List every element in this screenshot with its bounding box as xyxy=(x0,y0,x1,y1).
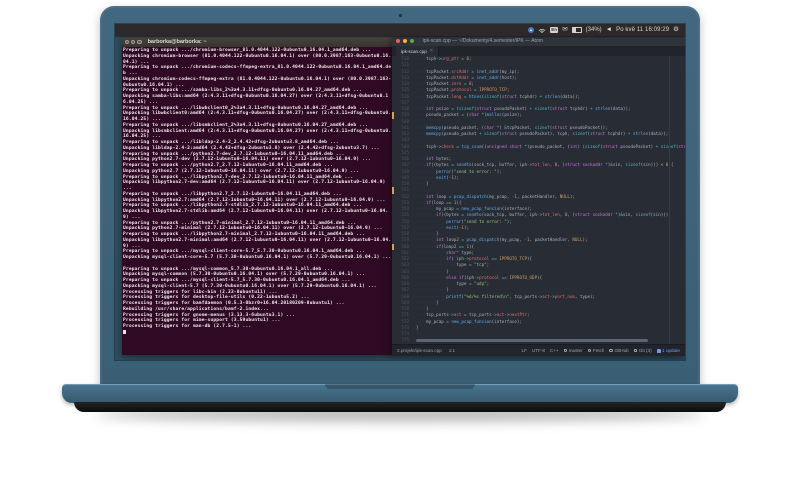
terminal-line: Unpacking mysql-client-5.7 (5.7.30-0ubun… xyxy=(123,283,377,289)
window-close-button[interactable] xyxy=(396,38,401,44)
terminal-line: Unpacking mysql-client-core-5.7 (5.7.30-… xyxy=(123,255,392,260)
code-editor[interactable]: 530 531 532 533 534 535 536 537 538 539 540 541 542 5… xyxy=(392,56,685,344)
tab-close-icon[interactable]: × xyxy=(430,48,433,54)
code-line: ····tcph->check = tcp_csum((unsigned sho… xyxy=(416,143,685,149)
status-bar: 2.projekt/ipk-scan.cpp 1:1 LF UTF-8 C++ mas… xyxy=(392,344,685,356)
github-icon xyxy=(609,348,613,353)
clock[interactable]: Po kvě 11 16:09:29 xyxy=(616,24,669,36)
terminal-line: Unpacking libpython2.7-dev:amd64 (2.7.12… xyxy=(123,180,389,191)
status-item-fetch[interactable]: Fetch xyxy=(587,348,604,353)
terminal-line: Preparing to unpack .../chromium-codecs-… xyxy=(123,65,392,76)
battery-icon[interactable] xyxy=(571,27,583,33)
window-minimize-button[interactable] xyxy=(402,38,408,44)
code-lines[interactable]: ····tcph->urg_ptr = 0; ····tcpPacket.src… xyxy=(412,56,685,344)
gutter: 530 531 532 533 534 535 536 537 538 539 540 541 542 5… xyxy=(392,56,412,344)
system-tray: ▴ En ✉ (34%) ◄ Po kvě 11 16:09:29 ⚙ xyxy=(528,24,685,36)
tab-label: ipk-scan.cpp xyxy=(401,48,427,54)
laptop-lid: ▴ En ✉ (34%) ◄ Po kvě 11 16:09:29 ⚙ barb… xyxy=(100,6,700,386)
status-item-grammar[interactable]: C++ xyxy=(550,348,559,353)
code-line: ····memcpy(pseudo_packet + sizeof(struct… xyxy=(416,131,669,136)
status-right: LF UTF-8 C++ master Fetch GitHub Git (3) 1 upda… xyxy=(522,348,680,353)
status-item-encoding[interactable]: UTF-8 xyxy=(532,348,545,353)
status-item-line-ending[interactable]: LF xyxy=(522,348,527,353)
git-icon xyxy=(633,348,638,353)
editor-tabbar: ipk-scan.cpp × xyxy=(392,46,685,56)
terminal-line: Unpacking libwbclient0:amd64 (2:4.3.11+d… xyxy=(123,111,392,122)
terminal-line: Unpacking libldap-2.4-2:amd64 (2.4.42+df… xyxy=(123,145,380,151)
branch-icon xyxy=(563,348,568,353)
status-item-github[interactable]: GitHub xyxy=(609,348,629,353)
mail-icon[interactable]: ✉ xyxy=(562,24,567,36)
line-number: 575 xyxy=(401,337,409,343)
battery-fill xyxy=(573,28,576,32)
editor-window-title: ipk-scan.cpp — ~/Dokumenty/4.semester/IP… xyxy=(422,38,543,44)
keyboard-layout-indicator[interactable]: En xyxy=(550,27,559,33)
session-gear-icon[interactable]: ⚙ xyxy=(673,24,679,36)
indicator-app-icon[interactable]: ▴ xyxy=(528,27,535,33)
desktop-screen: ▴ En ✉ (34%) ◄ Po kvě 11 16:09:29 ⚙ barb… xyxy=(115,24,685,360)
terminal-titlebar[interactable]: barborka@barborka: ~ xyxy=(122,37,394,47)
horizontal-scrollbar[interactable] xyxy=(416,339,648,342)
laptop-mockup: ▴ En ✉ (34%) ◄ Po kvě 11 16:09:29 ⚙ barb… xyxy=(0,0,800,477)
laptop-base xyxy=(62,384,738,403)
window-maximize-button[interactable] xyxy=(409,38,415,44)
status-item-git-changes[interactable]: Git (3) xyxy=(633,348,652,353)
terminal-output[interactable]: Preparing to unpack .../chromium-browser… xyxy=(122,47,394,355)
terminal-title: barborka@barborka: ~ xyxy=(147,39,207,45)
terminal-line: Unpacking chromium-browser (81.0.4044.12… xyxy=(123,53,392,65)
terminal-line: Preparing to unpack .../libsmbclient_2%3… xyxy=(123,122,368,128)
terminal-window: barborka@barborka: ~ Preparing to unpack… xyxy=(122,37,394,355)
webcam-dot xyxy=(398,14,402,17)
terminal-minimize-button[interactable] xyxy=(131,39,136,45)
terminal-cursor xyxy=(123,329,126,335)
terminal-line: Preparing to unpack .../libpython2.7-min… xyxy=(123,232,366,237)
wifi-icon[interactable] xyxy=(538,27,546,33)
volume-icon[interactable]: ◄ xyxy=(606,24,612,36)
status-item-updates[interactable]: 1 update xyxy=(656,348,680,353)
laptop-base-bottom xyxy=(74,402,726,412)
tab-ipk-scan[interactable]: ipk-scan.cpp × xyxy=(396,46,440,56)
terminal-line: Unpacking python2.7 (2.7.12-1ubuntu0~16.… xyxy=(123,168,360,174)
wrap-guide xyxy=(669,56,670,344)
terminal-line: Preparing to unpack .../chromium-browser… xyxy=(123,48,371,53)
system-panel: ▴ En ✉ (34%) ◄ Po kvě 11 16:09:29 ⚙ xyxy=(115,24,685,36)
sync-icon xyxy=(587,348,592,353)
terminal-line: Unpacking libpython2.7-minimal:amd64 (2.… xyxy=(123,237,392,249)
terminal-line: Unpacking libsmbclient:amd64 (2:4.3.11+d… xyxy=(123,128,392,140)
status-cursor-position[interactable]: 1:1 xyxy=(449,348,455,353)
status-item-git-branch[interactable]: master xyxy=(563,348,583,353)
package-icon xyxy=(656,348,661,353)
terminal-close-button[interactable] xyxy=(125,39,130,45)
terminal-maximize-button[interactable] xyxy=(137,39,142,45)
terminal-line: Unpacking chromium-codecs-ffmpeg-extra (… xyxy=(123,76,392,88)
battery-percent-label: (34%) xyxy=(585,27,602,33)
laptop-latch-notch xyxy=(325,384,475,389)
terminal-line: Unpacking libpython2.7-stdlib:amd64 (2.7… xyxy=(123,209,389,220)
editor-titlebar[interactable]: ipk-scan.cpp — ~/Dokumenty/4.semester/IP… xyxy=(392,36,685,46)
terminal-line: Unpacking samba-libs:amd64 (2:4.3.11+dfs… xyxy=(123,94,389,105)
status-file-path[interactable]: 2.projekt/ipk-scan.cpp xyxy=(397,348,442,353)
editor-window: ipk-scan.cpp — ~/Dokumenty/4.semester/IP… xyxy=(392,36,685,356)
